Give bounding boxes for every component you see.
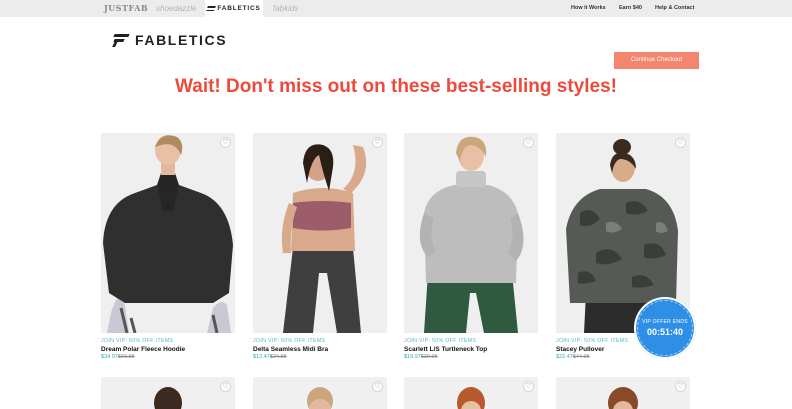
- vip-promo-label: JOIN VIP: 50% OFF ITEMS: [253, 338, 326, 344]
- original-price: $44.95: [572, 354, 590, 360]
- countdown-label: VIP OFFER ENDS: [642, 319, 688, 325]
- product-name[interactable]: Dream Polar Fleece Hoodie: [101, 346, 185, 353]
- brand-tab-fabletics[interactable]: FABLETICS: [205, 0, 263, 17]
- product-image[interactable]: ♡: [253, 133, 387, 333]
- brand-tab-shoedazzle[interactable]: shoedazzle: [156, 0, 196, 17]
- site-logo[interactable]: FABLETICS: [112, 31, 228, 49]
- product-name[interactable]: Delta Seamless Midi Bra: [253, 346, 328, 353]
- heart-icon[interactable]: ♡: [372, 137, 383, 148]
- countdown-value: 00:51:40: [646, 327, 684, 337]
- heart-icon[interactable]: ♡: [220, 137, 231, 148]
- how-it-works-link[interactable]: How it Works: [571, 0, 606, 17]
- vip-offer-countdown[interactable]: VIP OFFER ENDS 00:51:40: [634, 297, 696, 359]
- product-image[interactable]: ♡: [253, 377, 387, 409]
- heart-icon[interactable]: ♡: [220, 381, 231, 392]
- original-price: $39.95: [420, 354, 438, 360]
- vip-promo-label: JOIN VIP: 50% OFF ITEMS: [404, 338, 477, 344]
- help-contact-link[interactable]: Help & Contact: [655, 0, 694, 17]
- brand-tab-justfab[interactable]: JUSTFAB: [104, 0, 148, 17]
- heart-icon[interactable]: ♡: [372, 381, 383, 392]
- heart-icon[interactable]: ♡: [675, 381, 686, 392]
- product-image[interactable]: ♡: [404, 133, 538, 333]
- product-image[interactable]: ♡: [556, 377, 690, 409]
- vip-price: $12.47: [253, 354, 270, 360]
- vip-promo-label: JOIN VIP: 50% OFF ITEMS: [556, 338, 629, 344]
- original-price: $24.95: [269, 354, 287, 360]
- fabletics-mark-icon: [206, 5, 217, 11]
- vip-price: $22.47: [556, 354, 573, 360]
- original-price: $69.95: [117, 354, 135, 360]
- vip-price: $19.97: [404, 354, 421, 360]
- product-price: $34.97$69.95: [101, 354, 135, 360]
- vip-price: $34.97: [101, 354, 118, 360]
- vip-promo-label: JOIN VIP: 50% OFF ITEMS: [101, 338, 174, 344]
- logo-text: FABLETICS: [135, 32, 228, 48]
- product-image[interactable]: ♡: [101, 377, 235, 409]
- product-image[interactable]: ♡: [404, 377, 538, 409]
- brand-tab-fabletics-label: FABLETICS: [217, 5, 261, 12]
- product-image[interactable]: ♡: [101, 133, 235, 333]
- product-name[interactable]: Stacey Pullover: [556, 346, 604, 353]
- product-price: $22.47$44.95: [556, 354, 590, 360]
- continue-checkout-button[interactable]: Continue Checkout: [614, 52, 699, 69]
- product-price: $19.97$39.95: [404, 354, 438, 360]
- brand-tab-fabkids[interactable]: fabkids: [273, 0, 298, 17]
- fabletics-logo-icon: [112, 33, 130, 47]
- page-headline: Wait! Don't miss out on these best-selli…: [175, 76, 617, 97]
- product-price: $12.47$24.95: [253, 354, 287, 360]
- product-name[interactable]: Scarlett L/S Turtleneck Top: [404, 346, 487, 353]
- heart-icon[interactable]: ♡: [523, 137, 534, 148]
- heart-icon[interactable]: ♡: [523, 381, 534, 392]
- brand-bar: JUSTFAB shoedazzle FABLETICS fabkids How…: [0, 0, 792, 17]
- earn-link[interactable]: Earn $40: [619, 0, 642, 17]
- heart-icon[interactable]: ♡: [675, 137, 686, 148]
